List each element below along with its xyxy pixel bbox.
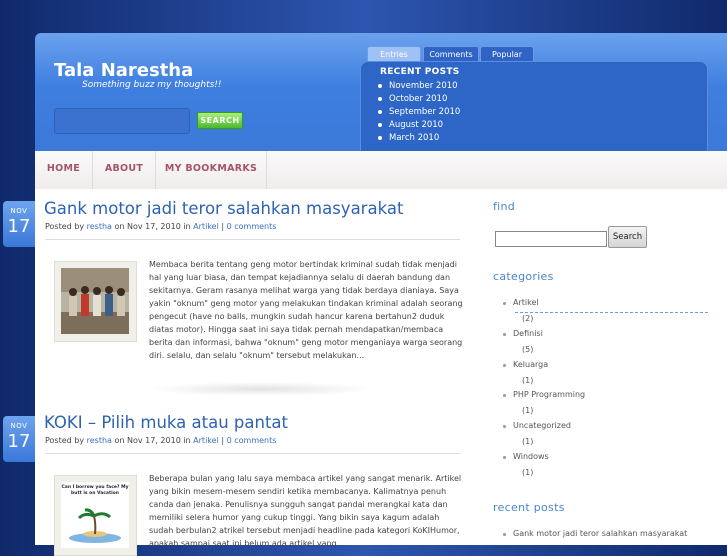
author-link[interactable]: restha [87,222,112,231]
archive-link[interactable]: October 2010 [378,94,447,104]
category-count: (1) [522,406,534,415]
recent-post-link[interactable]: Gank motor jadi teror salahkan masyaraka… [503,529,687,538]
post-date-badge: NOV 17 [3,416,35,462]
date-month: NOV [10,207,28,215]
date-month: NOV [10,422,28,430]
category-count: (5) [522,345,534,354]
category-count: (1) [522,468,534,477]
tab-popular[interactable]: Popular [480,46,534,62]
post-separator-shadow [148,382,373,396]
category-link[interactable]: PHP Programming [503,390,585,399]
category-divider [515,312,708,313]
date-day: 17 [7,216,31,237]
post-title[interactable]: KOKI – Pilih muka atau pantat [44,413,288,432]
search-input[interactable] [54,108,190,134]
archive-link[interactable]: August 2010 [378,120,443,130]
site-description: Something buzz my thoughts!! [82,80,222,90]
find-search-button[interactable]: Search [608,226,647,248]
date-day: 17 [7,431,31,452]
find-input[interactable] [495,231,607,247]
category-link[interactable]: Keluarga [503,360,548,369]
category-link[interactable]: Artikel [193,222,219,231]
post-excerpt: Membaca berita tentang geng motor bertin… [149,260,463,360]
post-meta: Posted by restha on Nov 17, 2010 in Arti… [45,436,277,445]
comments-link[interactable]: 0 comments [227,222,277,231]
comments-link[interactable]: 0 comments [227,436,277,445]
category-count: (1) [522,437,534,446]
category-link[interactable]: Artikel [503,298,539,307]
categories-heading: categories [493,270,554,283]
photo-image [61,268,129,334]
category-link[interactable]: Definisi [503,329,543,338]
tab-comments[interactable]: Comments [423,46,479,62]
post-excerpt: Beberapa bulan yang lalu saya membaca ar… [149,474,462,548]
archive-link[interactable]: November 2010 [378,81,458,91]
site-header: Tala Narestha Something buzz my thoughts… [35,33,727,151]
author-link[interactable]: restha [87,436,112,445]
content-area: Gank motor jadi teror salahkan masyaraka… [35,189,727,556]
search-button[interactable]: SEARCH [197,112,243,129]
find-heading: find [493,200,516,213]
recent-posts-box: RECENT POSTS November 2010 October 2010 … [360,61,708,151]
recent-posts-heading: recent posts [493,501,565,514]
cartoon-image: Can I borrow you face? My butt is on Vac… [61,482,129,548]
recent-posts-heading: RECENT POSTS [380,67,460,77]
category-count: (2) [522,314,534,323]
post-date-badge: NOV 17 [3,201,35,247]
post-title[interactable]: Gank motor jadi teror salahkan masyaraka… [44,199,403,218]
archive-link[interactable]: March 2010 [378,133,439,143]
post-thumbnail[interactable] [54,261,137,342]
tab-entries[interactable]: Entries [367,46,421,62]
category-link[interactable]: Uncategorized [503,421,571,430]
category-link[interactable]: Windows [503,452,549,461]
main-nav: HOME ABOUT MY BOOKMARKS [35,151,727,190]
category-link[interactable]: Artikel [193,436,219,445]
archive-link[interactable]: September 2010 [378,107,460,117]
nav-my-bookmarks[interactable]: MY BOOKMARKS [156,151,267,189]
site-title[interactable]: Tala Narestha [54,60,193,81]
nav-home[interactable]: HOME [35,151,93,189]
nav-about[interactable]: ABOUT [93,151,156,189]
divider [45,239,460,240]
post-meta: Posted by restha on Nov 17, 2010 in Arti… [45,222,277,231]
divider [45,453,460,454]
post-thumbnail[interactable]: Can I borrow you face? My butt is on Vac… [54,475,137,556]
palm-island-icon [69,508,121,543]
category-count: (1) [522,376,534,385]
